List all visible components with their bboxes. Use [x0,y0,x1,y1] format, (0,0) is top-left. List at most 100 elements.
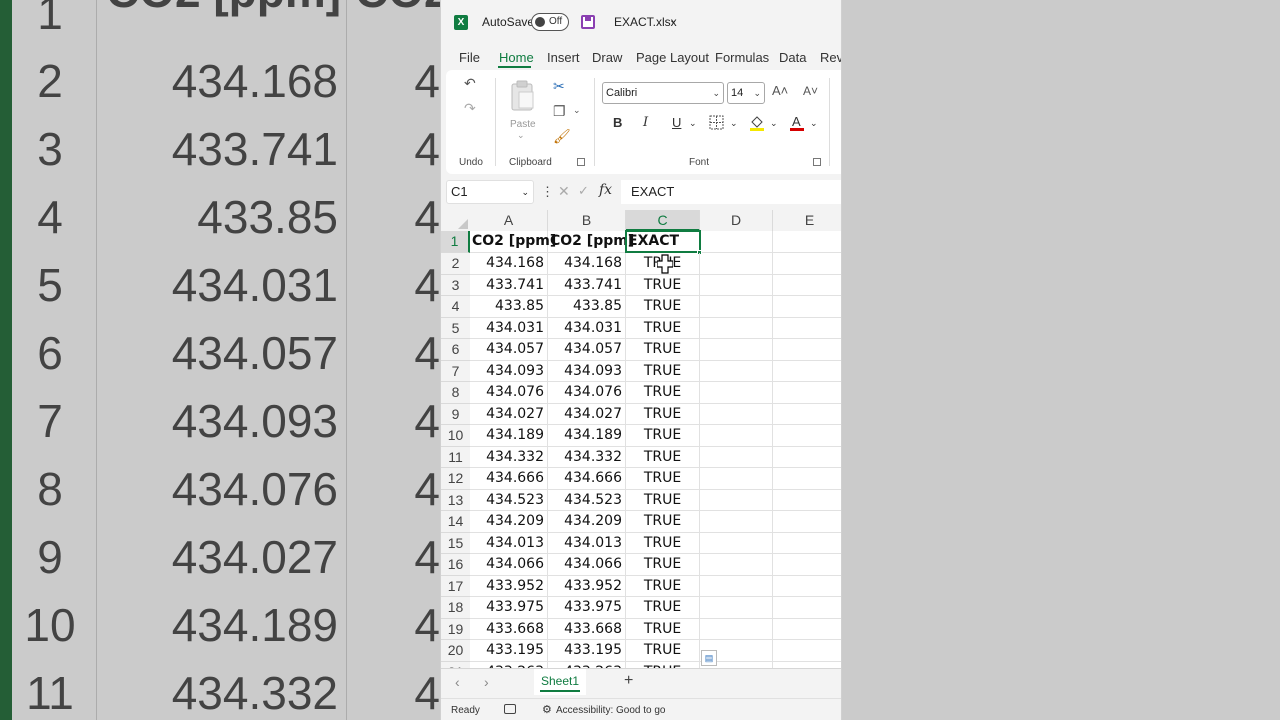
table-cell[interactable]: 433.741 [548,274,626,296]
table-cell[interactable] [773,619,841,640]
table-cell[interactable] [773,511,841,533]
table-cell[interactable]: TRUE [626,468,700,490]
table-cell[interactable]: TRUE [626,554,700,576]
chevron-down-icon[interactable]: ⌄ [669,15,677,26]
row-header[interactable]: 18 [441,597,470,619]
row-header[interactable]: 15 [441,532,470,554]
increase-font-icon[interactable]: A˄ [772,83,788,98]
table-cell[interactable]: 433.741 [470,274,548,296]
table-cell[interactable]: TRUE [626,425,700,447]
table-cell[interactable]: 434.189 [548,425,626,447]
row-header[interactable]: 6 [441,339,470,361]
table-cell[interactable] [773,361,841,382]
table-cell[interactable]: 434.076 [470,382,548,404]
tab-draw[interactable]: Draw [592,50,622,65]
table-cell[interactable] [773,318,841,339]
table-cell[interactable]: TRUE [626,296,700,318]
font-launcher-icon[interactable] [813,158,821,166]
tab-file[interactable]: File [459,50,480,65]
table-cell[interactable]: 434.209 [548,511,626,533]
table-cell[interactable]: TRUE [626,511,700,533]
font-color-chevron-icon[interactable]: ⌄ [810,118,818,129]
table-cell[interactable] [700,511,773,533]
insert-function-icon[interactable]: fx [599,182,612,198]
table-cell[interactable]: 433.952 [470,575,548,597]
add-sheet-button[interactable]: + [624,672,633,690]
tab-review[interactable]: Revie [820,50,841,65]
column-header-a[interactable]: A [470,210,548,231]
table-cell[interactable]: 433.195 [470,640,548,662]
table-cell[interactable] [700,597,773,619]
font-size-box[interactable]: 14 ⌄ [727,82,765,104]
table-cell[interactable]: 434.027 [548,403,626,425]
paste-chevron-icon[interactable]: ⌄ [517,130,525,141]
previous-sheet-icon[interactable]: ‹ [455,674,460,690]
table-cell[interactable]: 434.332 [548,446,626,468]
table-cell[interactable] [700,575,773,597]
table-cell[interactable] [773,253,841,275]
table-cell[interactable]: TRUE [626,489,700,511]
table-cell[interactable]: TRUE [626,317,700,339]
font-name-box[interactable]: Calibri ⌄ [602,82,724,104]
cell-e1[interactable] [773,231,841,253]
table-cell[interactable]: 433.195 [548,640,626,662]
row-header[interactable]: 5 [441,317,470,339]
table-cell[interactable] [700,360,773,382]
table-cell[interactable] [773,576,841,597]
table-cell[interactable] [700,489,773,511]
table-cell[interactable]: 434.013 [470,532,548,554]
column-header-e[interactable]: E [773,210,841,231]
accessibility-status[interactable]: Accessibility: Good to go [556,705,666,716]
table-cell[interactable]: 434.057 [470,339,548,361]
table-cell[interactable] [700,339,773,361]
borders-chevron-icon[interactable]: ⌄ [730,118,738,129]
table-cell[interactable]: 434.093 [548,360,626,382]
table-cell[interactable]: 434.066 [548,554,626,576]
table-cell[interactable]: 434.523 [548,489,626,511]
copy-chevron-icon[interactable]: ⌄ [573,105,581,116]
table-cell[interactable]: 434.168 [548,253,626,275]
undo-icon[interactable]: ↶ [464,75,476,92]
decrease-font-icon[interactable]: A˅ [803,84,818,98]
tab-page-layout[interactable]: Page Layout [636,50,709,65]
row-header[interactable]: 13 [441,489,470,511]
italic-button[interactable]: I [643,115,648,130]
redo-icon[interactable]: ↷ [464,100,476,117]
fill-color-icon[interactable] [749,114,765,132]
accessibility-icon[interactable]: ⚙ [542,703,552,716]
macro-recording-icon[interactable] [504,704,516,714]
cancel-icon[interactable]: ✕ [558,183,570,200]
table-cell[interactable]: TRUE [626,382,700,404]
paste-label[interactable]: Paste [510,119,536,130]
table-cell[interactable] [773,597,841,619]
row-header[interactable]: 9 [441,403,470,425]
table-cell[interactable]: 434.209 [470,511,548,533]
table-cell[interactable]: TRUE [626,597,700,619]
save-icon[interactable] [581,15,595,29]
table-cell[interactable]: 434.523 [470,489,548,511]
table-cell[interactable] [773,339,841,361]
table-cell[interactable]: 434.066 [470,554,548,576]
column-header-c[interactable]: C [626,210,700,231]
row-header[interactable]: 17 [441,575,470,597]
tab-insert[interactable]: Insert [547,50,580,65]
table-cell[interactable] [700,618,773,640]
paste-icon[interactable] [510,80,536,112]
row-header[interactable]: 14 [441,511,470,533]
font-color-icon[interactable]: A [789,114,805,132]
table-cell[interactable] [773,296,841,318]
table-cell[interactable]: 433.975 [548,597,626,619]
table-cell[interactable]: 434.013 [548,532,626,554]
underline-chevron-icon[interactable]: ⌄ [689,118,697,129]
cut-icon[interactable]: ✂ [553,78,565,95]
format-painter-icon[interactable]: 🖌 [553,128,571,145]
name-box[interactable]: C1 ⌄ [446,180,534,204]
table-cell[interactable] [700,382,773,404]
table-cell[interactable]: 434.076 [548,382,626,404]
table-cell[interactable]: 433.668 [548,618,626,640]
table-cell[interactable]: 433.952 [548,575,626,597]
table-cell[interactable] [700,554,773,576]
table-cell[interactable] [700,446,773,468]
table-cell[interactable] [773,404,841,425]
table-cell[interactable]: 434.027 [470,403,548,425]
